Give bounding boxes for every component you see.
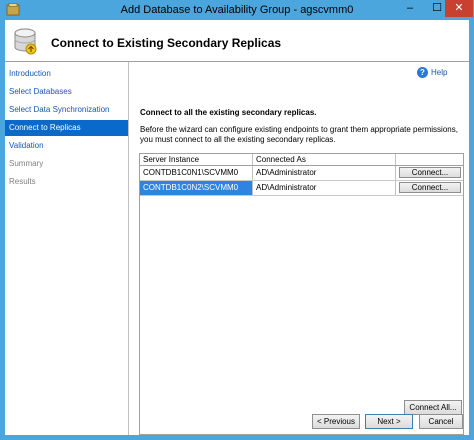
nav-item-results: Results [9, 177, 36, 186]
wizard-client-area: Connect to Existing Secondary Replicas I… [5, 20, 469, 435]
cancel-button[interactable]: Cancel [419, 414, 463, 429]
nav-item-select-data-synchronization[interactable]: Select Data Synchronization [5, 102, 128, 118]
grid-header: Server Instance Connected As [140, 154, 463, 166]
help-link[interactable]: ? Help [417, 67, 448, 78]
wizard-nav: Introduction Select Databases Select Dat… [5, 62, 129, 435]
previous-button[interactable]: < Previous [312, 414, 360, 429]
help-icon: ? [417, 67, 428, 78]
replica-grid: Server Instance Connected As CONTDB1C0N1… [139, 153, 464, 435]
connected-as-cell: AD\Administrator [253, 166, 396, 180]
column-header-server-instance: Server Instance [140, 154, 253, 165]
main-panel: ? Help Connect to all the existing secon… [129, 62, 469, 435]
title-bar[interactable]: Add Database to Availability Group - ags… [0, 0, 474, 20]
column-header-connected-as: Connected As [253, 154, 396, 165]
nav-item-validation[interactable]: Validation [5, 138, 128, 154]
connected-as-cell: AD\Administrator [253, 181, 396, 195]
help-label: Help [431, 68, 448, 77]
connect-all-button[interactable]: Connect All... [404, 400, 462, 415]
table-row[interactable]: CONTDB1C0N2\SCVMM0 AD\Administrator Conn… [140, 181, 463, 196]
column-header-action [396, 154, 463, 165]
minimize-button[interactable]: – [397, 0, 423, 17]
connect-button[interactable]: Connect... [399, 182, 461, 193]
close-button[interactable]: ✕ [445, 0, 473, 17]
wizard-window: Add Database to Availability Group - ags… [0, 0, 474, 440]
next-button[interactable]: Next > [365, 414, 413, 429]
description-text: Before the wizard can configure existing… [140, 125, 458, 144]
page-header: Connect to Existing Secondary Replicas [5, 20, 469, 62]
page-title: Connect to Existing Secondary Replicas [51, 36, 282, 50]
server-instance-cell[interactable]: CONTDB1C0N1\SCVMM0 [140, 166, 253, 180]
section-title: Connect to all the existing secondary re… [140, 108, 317, 117]
database-replica-icon [14, 28, 37, 55]
nav-item-introduction[interactable]: Introduction [5, 66, 128, 82]
server-instance-cell[interactable]: CONTDB1C0N2\SCVMM0 [140, 181, 253, 195]
nav-item-connect-to-replicas[interactable]: Connect to Replicas [5, 120, 128, 136]
nav-item-summary: Summary [9, 159, 44, 168]
connect-button[interactable]: Connect... [399, 167, 461, 178]
table-row[interactable]: CONTDB1C0N1\SCVMM0 AD\Administrator Conn… [140, 166, 463, 181]
nav-item-select-databases[interactable]: Select Databases [5, 84, 128, 100]
